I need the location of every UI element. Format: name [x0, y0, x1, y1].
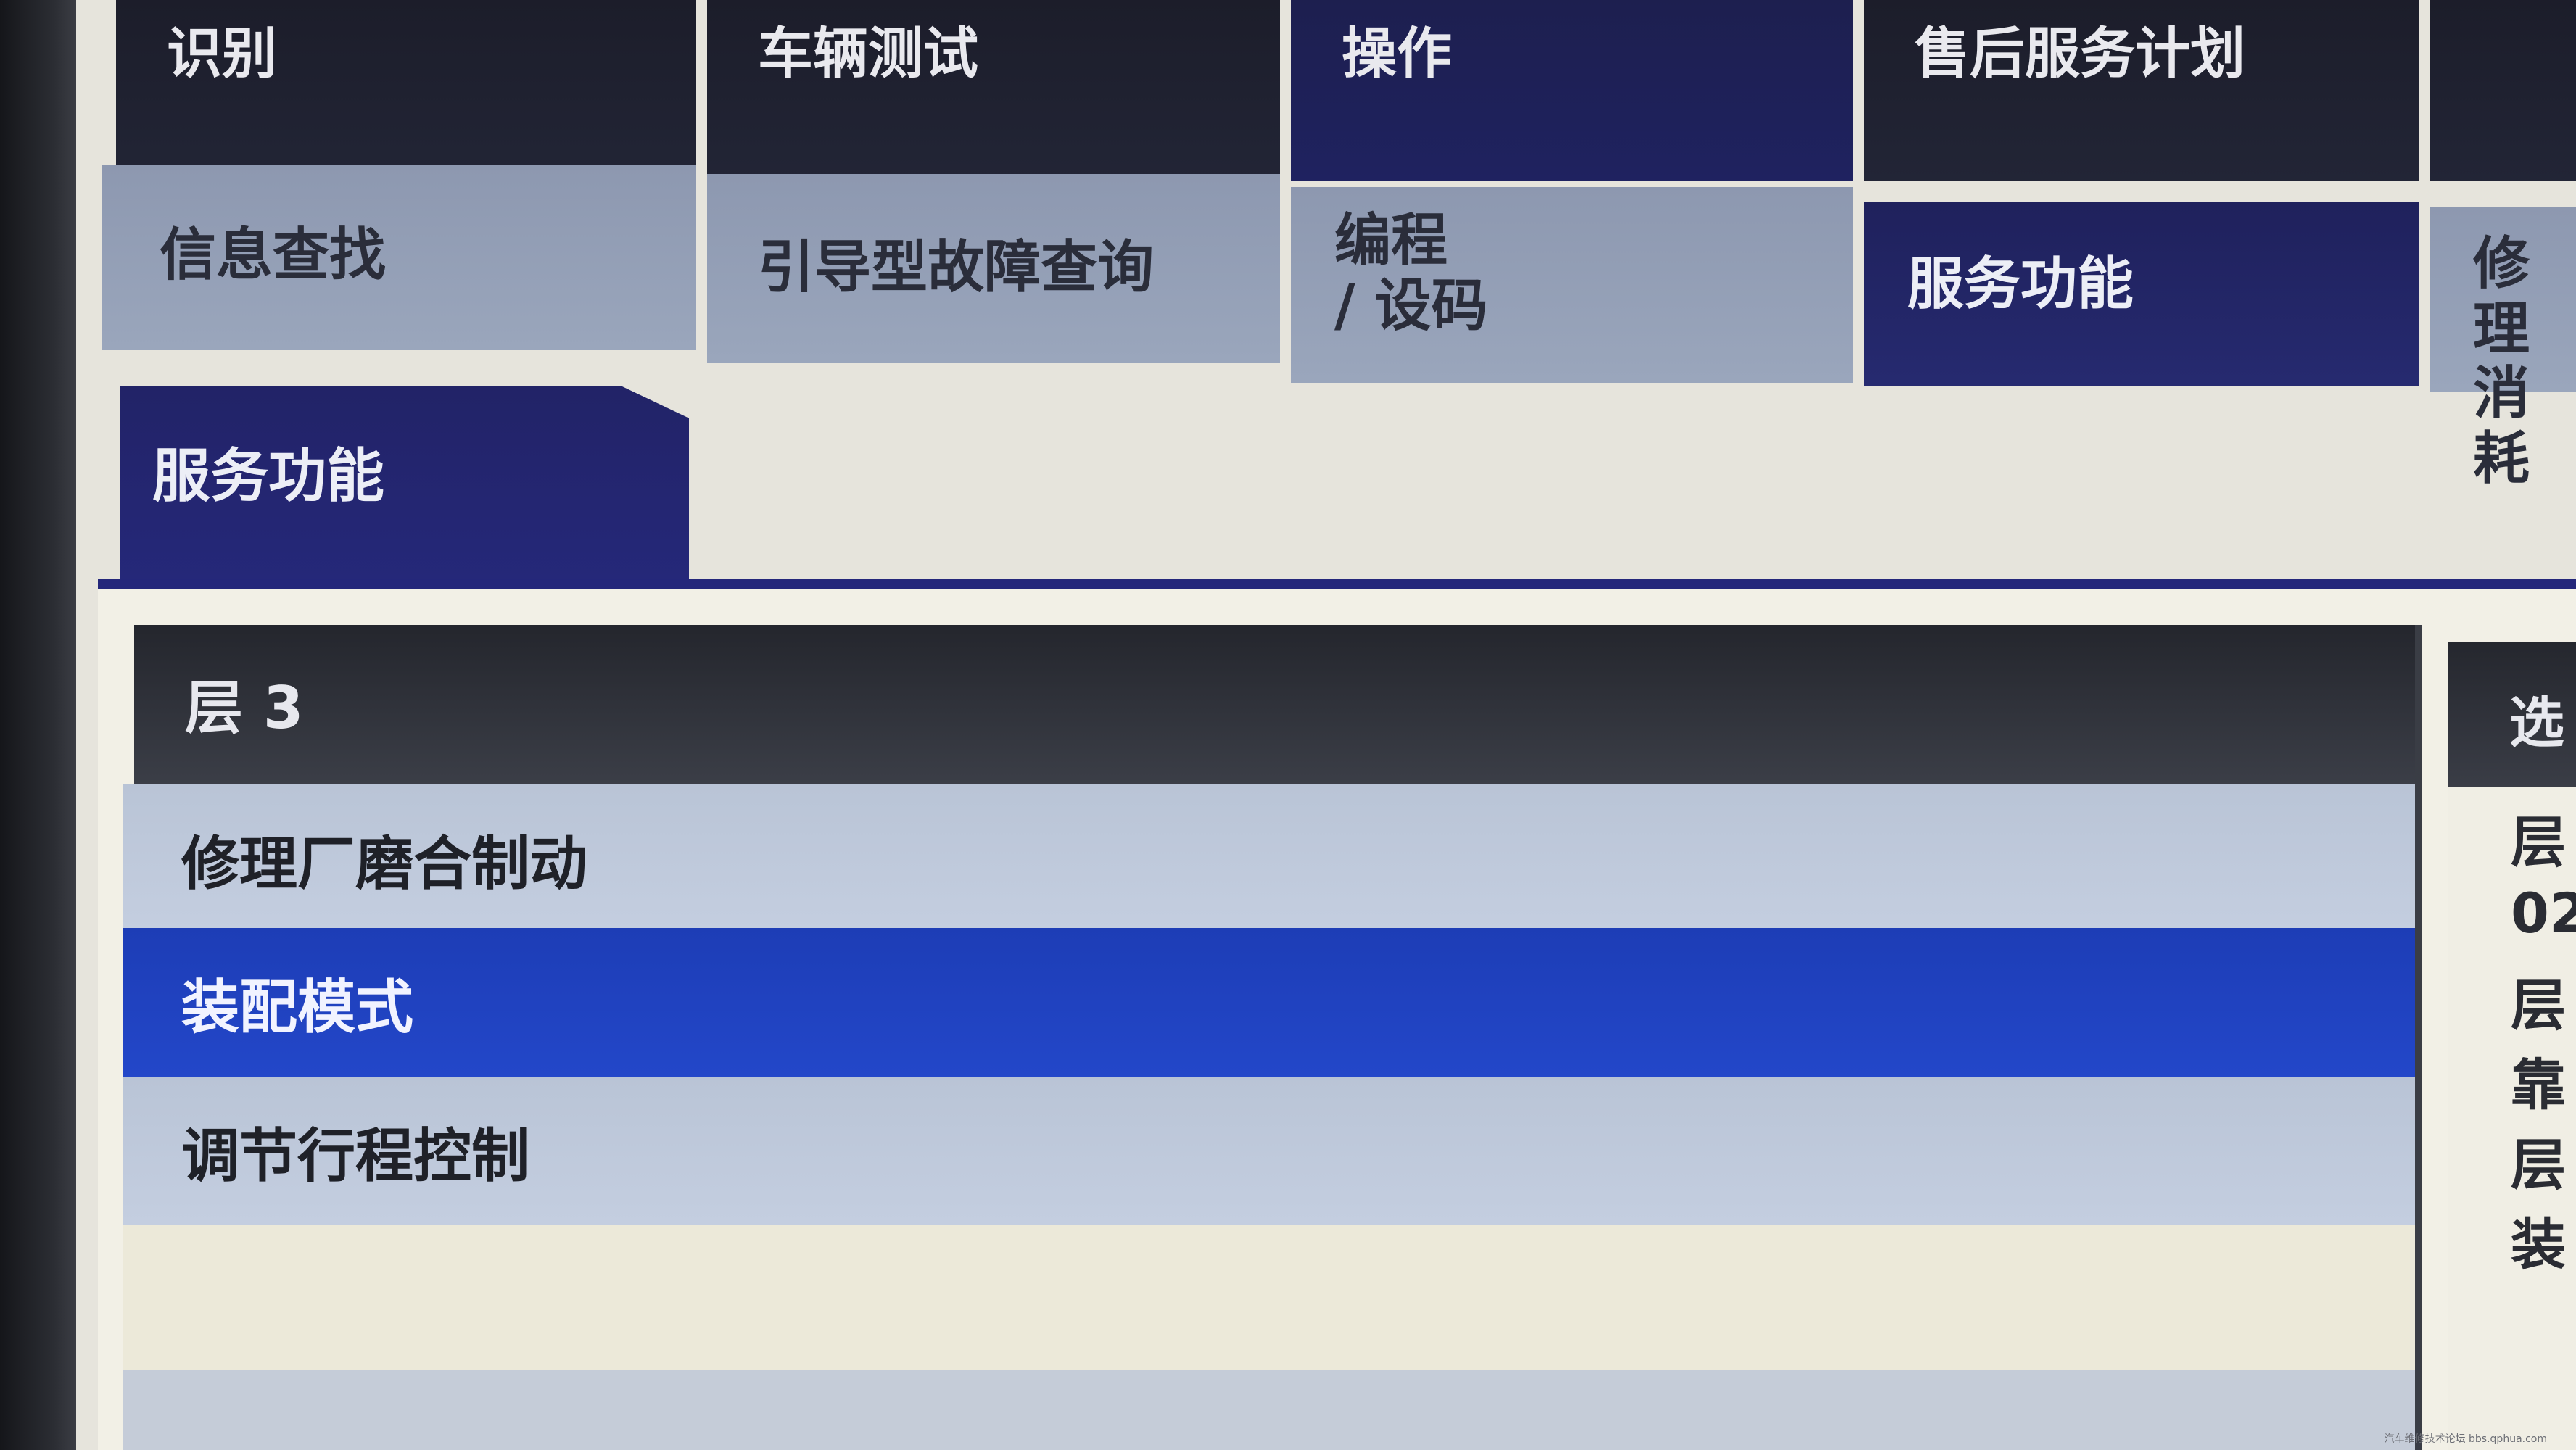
top-navigation: 识别 车辆测试 操作 售后服务计划: [0, 0, 2576, 181]
side-panel-line: 层: [2511, 1132, 2566, 1197]
side-panel-line: 层: [2511, 973, 2566, 1037]
subtab-guided-fault-query[interactable]: 引导型故障查询: [707, 174, 1280, 362]
panel-header: 层 3: [134, 625, 2415, 784]
tab-after-sales-plan[interactable]: 售后服务计划: [1864, 0, 2419, 181]
subtab-programming-coding[interactable]: 编程 / 设码: [1291, 187, 1853, 383]
tab-vehicle-test[interactable]: 车辆测试: [707, 0, 1280, 181]
subtab-label: 服务功能: [1907, 252, 2134, 317]
page-title: 服务功能: [152, 442, 384, 510]
list-empty-row: [123, 1225, 2415, 1370]
tab-identification[interactable]: 识别: [116, 0, 696, 181]
tab-label: 识别: [167, 21, 277, 86]
list-item-adjust-stroke-control[interactable]: 调节行程控制: [123, 1077, 2415, 1225]
list-item-label: 调节行程控制: [181, 1122, 529, 1190]
tab-label: 售后服务计划: [1915, 21, 2245, 86]
subtab-label: 修理 消耗: [2473, 231, 2530, 492]
list-item-label: 修理厂磨合制动: [181, 830, 587, 898]
tab-more[interactable]: [2430, 0, 2576, 181]
subtab-service-functions[interactable]: 服务功能: [1864, 202, 2419, 386]
tab-label: 操作: [1342, 21, 1452, 86]
application-window: 识别 车辆测试 操作 售后服务计划 信息查找 引导型故障查询 编程 / 设码 服…: [0, 0, 2576, 1450]
tab-operation[interactable]: 操作: [1291, 0, 1853, 181]
side-panel-line: 层: [2511, 810, 2566, 874]
page-title-tab: 服务功能: [120, 386, 689, 589]
subtab-information-search[interactable]: 信息查找: [102, 165, 696, 350]
screen-bezel: [0, 0, 76, 1450]
watermark: 汽车维修技术论坛 bbs.qphua.com: [2384, 1433, 2547, 1445]
side-panel-header-label: 选: [2509, 690, 2564, 755]
subtab-label: 信息查找: [160, 223, 387, 288]
side-panel-line: 02: [2511, 881, 2576, 945]
side-panel-line: 装: [2511, 1212, 2566, 1277]
tab-label: 车辆测试: [758, 21, 978, 86]
subtab-repair-consumables[interactable]: 修理 消耗: [2430, 207, 2576, 492]
subtab-label: 编程 / 设码: [1334, 208, 1488, 339]
side-panel-header: 选: [2448, 642, 2576, 787]
panel-divider: [2415, 625, 2422, 1450]
list-item-label: 装配模式: [181, 974, 413, 1041]
list-item-workshop-brake-bedding[interactable]: 修理厂磨合制动: [123, 784, 2415, 933]
panel-header-label: 层 3: [185, 674, 304, 742]
subtab-label: 引导型故障查询: [758, 235, 1155, 300]
side-panel-line: 靠: [2511, 1053, 2566, 1117]
list-empty-row: [123, 1370, 2415, 1450]
list-item-assembly-mode[interactable]: 装配模式: [123, 928, 2415, 1077]
